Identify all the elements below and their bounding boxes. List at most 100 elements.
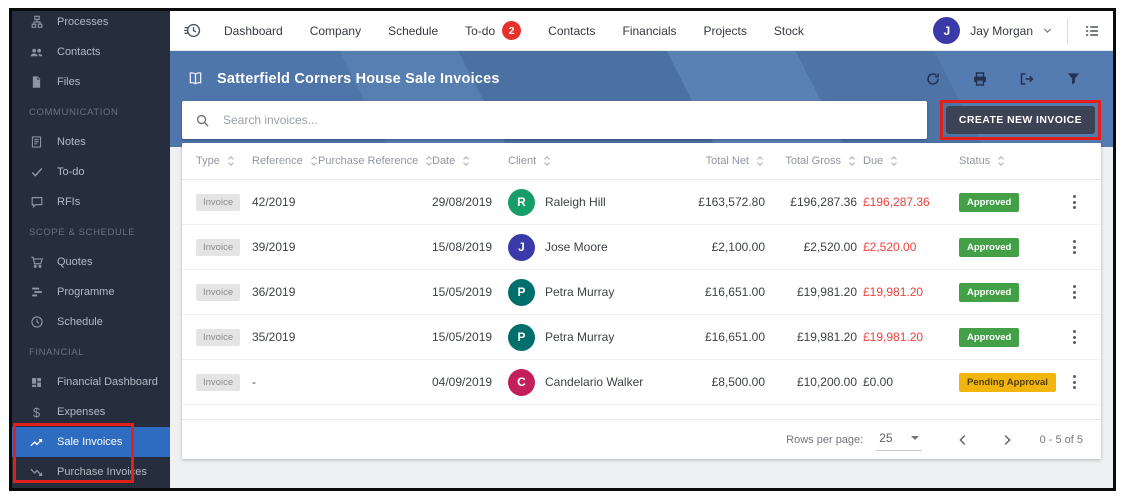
- client-cell: J Jose Moore: [508, 233, 667, 261]
- type-chip: Invoice: [196, 193, 241, 211]
- next-page-button[interactable]: [996, 429, 1018, 451]
- org-chart-icon: [29, 15, 44, 30]
- table-row[interactable]: Invoice - 04/09/2019 C Candelario Walker…: [182, 360, 1101, 405]
- sidebar: Processes Contacts Files COMMUNICATION N: [12, 11, 170, 488]
- sidebar-item-processes[interactable]: Processes: [12, 11, 170, 37]
- refresh-icon[interactable]: [923, 69, 943, 89]
- user-avatar: J: [933, 17, 961, 44]
- sidebar-item-label: Files: [57, 76, 81, 88]
- create-new-invoice-button[interactable]: CREATE NEW INVOICE: [945, 106, 1095, 134]
- export-icon[interactable]: [1017, 69, 1037, 89]
- sidebar-item-quotes[interactable]: Quotes: [12, 247, 170, 277]
- table-row[interactable]: Invoice 36/2019 15/05/2019 P Petra Murra…: [182, 270, 1101, 315]
- sidebar-item-label: Programme: [57, 286, 115, 298]
- row-menu-icon[interactable]: [1067, 371, 1082, 393]
- sidebar-item-label: To-do: [57, 166, 85, 178]
- reference-cell: 39/2019: [252, 240, 296, 254]
- sidebar-item-contacts[interactable]: Contacts: [12, 37, 170, 67]
- todo-count-badge: 2: [502, 21, 522, 40]
- previous-page-button[interactable]: [952, 429, 974, 451]
- caret-down-icon: [910, 435, 919, 440]
- rows-per-page-select[interactable]: 25: [876, 429, 922, 451]
- sidebar-item-label: Schedule: [57, 316, 103, 328]
- type-chip: Invoice: [196, 238, 241, 256]
- tab-todo[interactable]: To-do 2: [465, 21, 522, 40]
- table-row[interactable]: Invoice 42/2019 29/08/2019 R Raleigh Hil…: [182, 180, 1101, 225]
- tab-projects[interactable]: Projects: [704, 24, 747, 38]
- sidebar-item-expenses[interactable]: $ Expenses: [12, 397, 170, 427]
- reference-cell: 35/2019: [252, 330, 296, 344]
- sidebar-item-todo[interactable]: To-do: [12, 157, 170, 187]
- tab-dashboard[interactable]: Dashboard: [224, 24, 283, 38]
- row-menu-icon[interactable]: [1067, 281, 1082, 303]
- pagination-range: 0 - 5 of 5: [1039, 433, 1083, 446]
- sidebar-item-programme[interactable]: Programme: [12, 277, 170, 307]
- column-header-client[interactable]: Client: [508, 155, 667, 167]
- page-banner: Satterfield Corners House Sale Invoices: [170, 51, 1113, 147]
- avatar: R: [508, 188, 535, 216]
- gantt-icon: [29, 285, 44, 300]
- sort-icon: [996, 155, 1006, 167]
- row-menu-icon[interactable]: [1067, 326, 1082, 348]
- chat-icon: [29, 195, 44, 210]
- app-window: Processes Contacts Files COMMUNICATION N: [9, 8, 1116, 491]
- sidebar-item-sale-invoices[interactable]: Sale Invoices: [12, 427, 170, 457]
- client-cell: R Raleigh Hill: [508, 188, 667, 216]
- due-cell: £19,981.20: [863, 285, 924, 299]
- history-icon[interactable]: [183, 21, 202, 40]
- tab-financials[interactable]: Financials: [623, 24, 677, 38]
- pagination-bar: Rows per page: 25 0 - 5 of 5: [182, 419, 1101, 459]
- filter-icon[interactable]: [1064, 69, 1083, 88]
- row-menu-icon[interactable]: [1067, 236, 1082, 258]
- sort-icon: [226, 155, 236, 167]
- reference-cell: -: [252, 375, 256, 389]
- total-gross-cell: £2,520.00: [803, 240, 857, 254]
- due-cell: £2,520.00: [863, 240, 917, 254]
- invoices-table-card: Type Reference Purchase Reference Date C…: [182, 143, 1101, 459]
- tab-company[interactable]: Company: [310, 24, 361, 38]
- total-gross-cell: £196,287.36: [790, 195, 857, 209]
- column-header-status[interactable]: Status: [959, 155, 1061, 167]
- row-menu-icon[interactable]: [1067, 191, 1082, 213]
- sidebar-item-schedule[interactable]: Schedule: [12, 307, 170, 337]
- rows-per-page-label: Rows per page:: [786, 433, 864, 446]
- client-name: Raleigh Hill: [545, 195, 606, 209]
- column-header-date[interactable]: Date: [432, 155, 502, 167]
- table-row[interactable]: Invoice 35/2019 15/05/2019 P Petra Murra…: [182, 315, 1101, 360]
- date-cell: 15/05/2019: [432, 330, 493, 344]
- user-menu[interactable]: J Jay Morgan: [933, 17, 1054, 44]
- column-header-reference[interactable]: Reference: [252, 155, 317, 167]
- user-name: Jay Morgan: [970, 23, 1033, 38]
- column-header-type[interactable]: Type: [196, 155, 246, 167]
- page-actions: [923, 69, 1083, 89]
- sidebar-item-rfis[interactable]: RFIs: [12, 187, 170, 217]
- column-header-total-net[interactable]: Total Net: [673, 155, 765, 167]
- sidebar-item-financial-dashboard[interactable]: Financial Dashboard: [12, 367, 170, 397]
- column-header-due[interactable]: Due: [863, 155, 953, 167]
- column-header-purchase-reference[interactable]: Purchase Reference: [318, 155, 433, 167]
- file-icon: [29, 75, 44, 90]
- avatar: C: [508, 368, 535, 396]
- date-cell: 04/09/2019: [432, 375, 493, 389]
- divider: [1067, 17, 1068, 44]
- list-menu-icon[interactable]: [1079, 18, 1105, 44]
- date-cell: 15/05/2019: [432, 285, 493, 299]
- tab-contacts[interactable]: Contacts: [548, 24, 595, 38]
- tab-stock[interactable]: Stock: [774, 24, 804, 38]
- total-net-cell: £163,572.80: [698, 195, 765, 209]
- sidebar-item-files[interactable]: Files: [12, 67, 170, 97]
- sidebar-item-notes[interactable]: Notes: [12, 127, 170, 157]
- client-name: Jose Moore: [545, 240, 608, 254]
- tab-schedule[interactable]: Schedule: [388, 24, 438, 38]
- table-row[interactable]: Invoice 39/2019 15/08/2019 J Jose Moore …: [182, 225, 1101, 270]
- column-header-total-gross[interactable]: Total Gross: [771, 155, 857, 167]
- total-gross-cell: £10,200.00: [796, 375, 857, 389]
- trend-down-icon: [29, 465, 44, 480]
- sidebar-item-purchase-invoices[interactable]: Purchase Invoices: [12, 457, 170, 487]
- print-icon[interactable]: [970, 69, 990, 89]
- client-cell: P Petra Murray: [508, 278, 667, 306]
- status-badge: Approved: [959, 192, 1020, 212]
- clock-icon: [29, 315, 44, 330]
- search-input[interactable]: [223, 113, 914, 127]
- type-chip: Invoice: [196, 373, 241, 391]
